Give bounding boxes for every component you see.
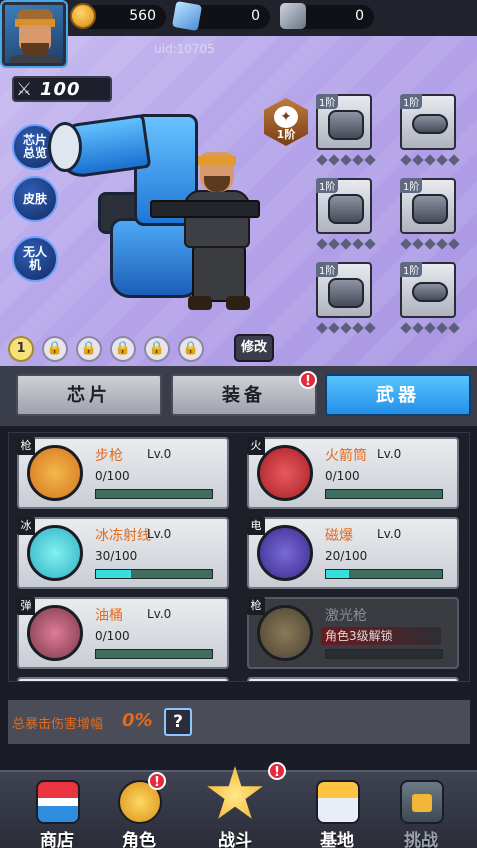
battle-alert-badge: ! (268, 762, 286, 780)
weapon-card-partial (17, 677, 229, 681)
nav-battle[interactable]: ! 战斗 (200, 762, 286, 848)
bottom-nav: 商店 ! 角色 ! 战斗 基地 挑战 (0, 762, 477, 848)
lightning-icon (257, 525, 313, 581)
player-uid: uid:10705 (154, 42, 215, 56)
chip-value: 0 (355, 8, 364, 24)
crit-value: 0% (122, 710, 153, 731)
shop-icon (36, 780, 80, 824)
nav-challenge[interactable]: 挑战 (386, 776, 456, 848)
progress-bar (325, 489, 443, 499)
crit-label: 总暴击伤害增幅 (12, 717, 104, 732)
weapon-card-magnetic-burst[interactable]: 电 磁爆 Lv.0 20/100 (247, 517, 459, 589)
equipment-slot-pants[interactable]: 1阶 (400, 178, 460, 250)
progress-bar (95, 569, 213, 579)
goggles-icon (412, 114, 448, 134)
character-alert-badge: ! (148, 772, 166, 790)
weapon-card-laser-gun[interactable]: 枪 激光枪 角色3级解锁 (247, 597, 459, 669)
skin-dot-1[interactable]: 1 (8, 336, 34, 362)
nav-base[interactable]: 基地 (302, 776, 372, 848)
unlock-requirement: 角色3级解锁 (321, 627, 441, 645)
rifle-icon (27, 445, 83, 501)
progress-bar (95, 649, 213, 659)
power-value: 100 (40, 79, 81, 100)
skin-dot-locked-lock-icon[interactable]: 🔒 (42, 336, 68, 362)
snowflake-icon (27, 525, 83, 581)
rocket-icon (257, 445, 313, 501)
gem-resource[interactable]: 0 (171, 0, 270, 32)
modify-button[interactable]: 修改 (234, 334, 274, 362)
barrel-icon (27, 605, 83, 661)
skin-dot-locked-lock-icon[interactable]: 🔒 (178, 336, 204, 362)
gem-value: 0 (251, 8, 260, 24)
rank-label: 1阶 (276, 128, 296, 141)
base-icon (316, 780, 360, 824)
tab-weapons[interactable]: 武器 (325, 374, 471, 416)
gem-icon (171, 0, 203, 32)
crit-damage-bar: 总暴击伤害增幅 0% ? (8, 700, 470, 744)
nav-character[interactable]: ! 角色 (104, 772, 174, 848)
tab-equipment[interactable]: 装备 (171, 374, 317, 416)
armor-icon (328, 110, 364, 140)
crossed-swords-icon: ⚔ (16, 79, 33, 100)
weapon-card-partial (247, 677, 459, 681)
equipment-slot-gloves[interactable]: 1阶 (316, 178, 376, 250)
top-bar: 560 0 0 (0, 0, 477, 36)
skin-dot-locked-lock-icon[interactable]: 🔒 (144, 336, 170, 362)
belt-icon (412, 282, 448, 302)
lock-icon (412, 794, 432, 812)
skin-dot-locked-lock-icon[interactable]: 🔒 (76, 336, 102, 362)
skin-dot-locked-lock-icon[interactable]: 🔒 (110, 336, 136, 362)
equipment-slot-belt[interactable]: 1阶 (400, 262, 460, 334)
equipment-alert-badge: ! (299, 371, 317, 389)
chip-icon (280, 3, 306, 29)
star-icon (207, 766, 263, 819)
progress-bar (325, 649, 443, 659)
chip-resource[interactable]: 0 (280, 3, 374, 29)
tab-chips[interactable]: 芯片 (16, 374, 162, 416)
rank-emblem-icon: ✦ (274, 106, 298, 128)
lock-icon (257, 605, 313, 661)
power-display: ⚔ 100 (12, 76, 112, 102)
gold-value: 560 (129, 8, 156, 24)
gold-resource[interactable]: 560 (70, 3, 166, 29)
weapon-card-oil-barrel[interactable]: 弹 油桶 Lv.0 0/100 (17, 597, 229, 669)
equipment-slot-boots[interactable]: 1阶 (316, 262, 376, 334)
weapon-card-rocket-launcher[interactable]: 火 火箭筒 Lv.0 0/100 (247, 437, 459, 509)
weapon-list[interactable]: 枪 步枪 Lv.0 0/100 火 火箭筒 Lv.0 0/100 冰 冰冻射线 … (8, 432, 470, 682)
tab-bar: 芯片 装备 ! 武器 (0, 366, 477, 426)
equipment-slot-armor[interactable]: 1阶 (316, 94, 376, 166)
hero-panel: ⚔ 100 芯片 总览 皮肤 无人 机 ✦ 1阶 1阶 1阶 1阶 1阶 1阶 … (0, 36, 477, 366)
weapon-card-rifle[interactable]: 枪 步枪 Lv.0 0/100 (17, 437, 229, 509)
nav-shop[interactable]: 商店 (22, 776, 92, 848)
progress-bar (95, 489, 213, 499)
hero-character-illustration (150, 146, 270, 316)
progress-bar (325, 569, 443, 579)
avatar[interactable] (0, 0, 68, 68)
gold-coin-icon (70, 3, 96, 29)
equipment-slot-goggles[interactable]: 1阶 (400, 94, 460, 166)
boot-icon (328, 278, 364, 308)
glove-icon (328, 194, 364, 224)
help-button[interactable]: ? (164, 708, 192, 736)
weapon-card-freeze-ray[interactable]: 冰 冰冻射线 Lv.0 30/100 (17, 517, 229, 589)
pants-icon (412, 194, 448, 224)
